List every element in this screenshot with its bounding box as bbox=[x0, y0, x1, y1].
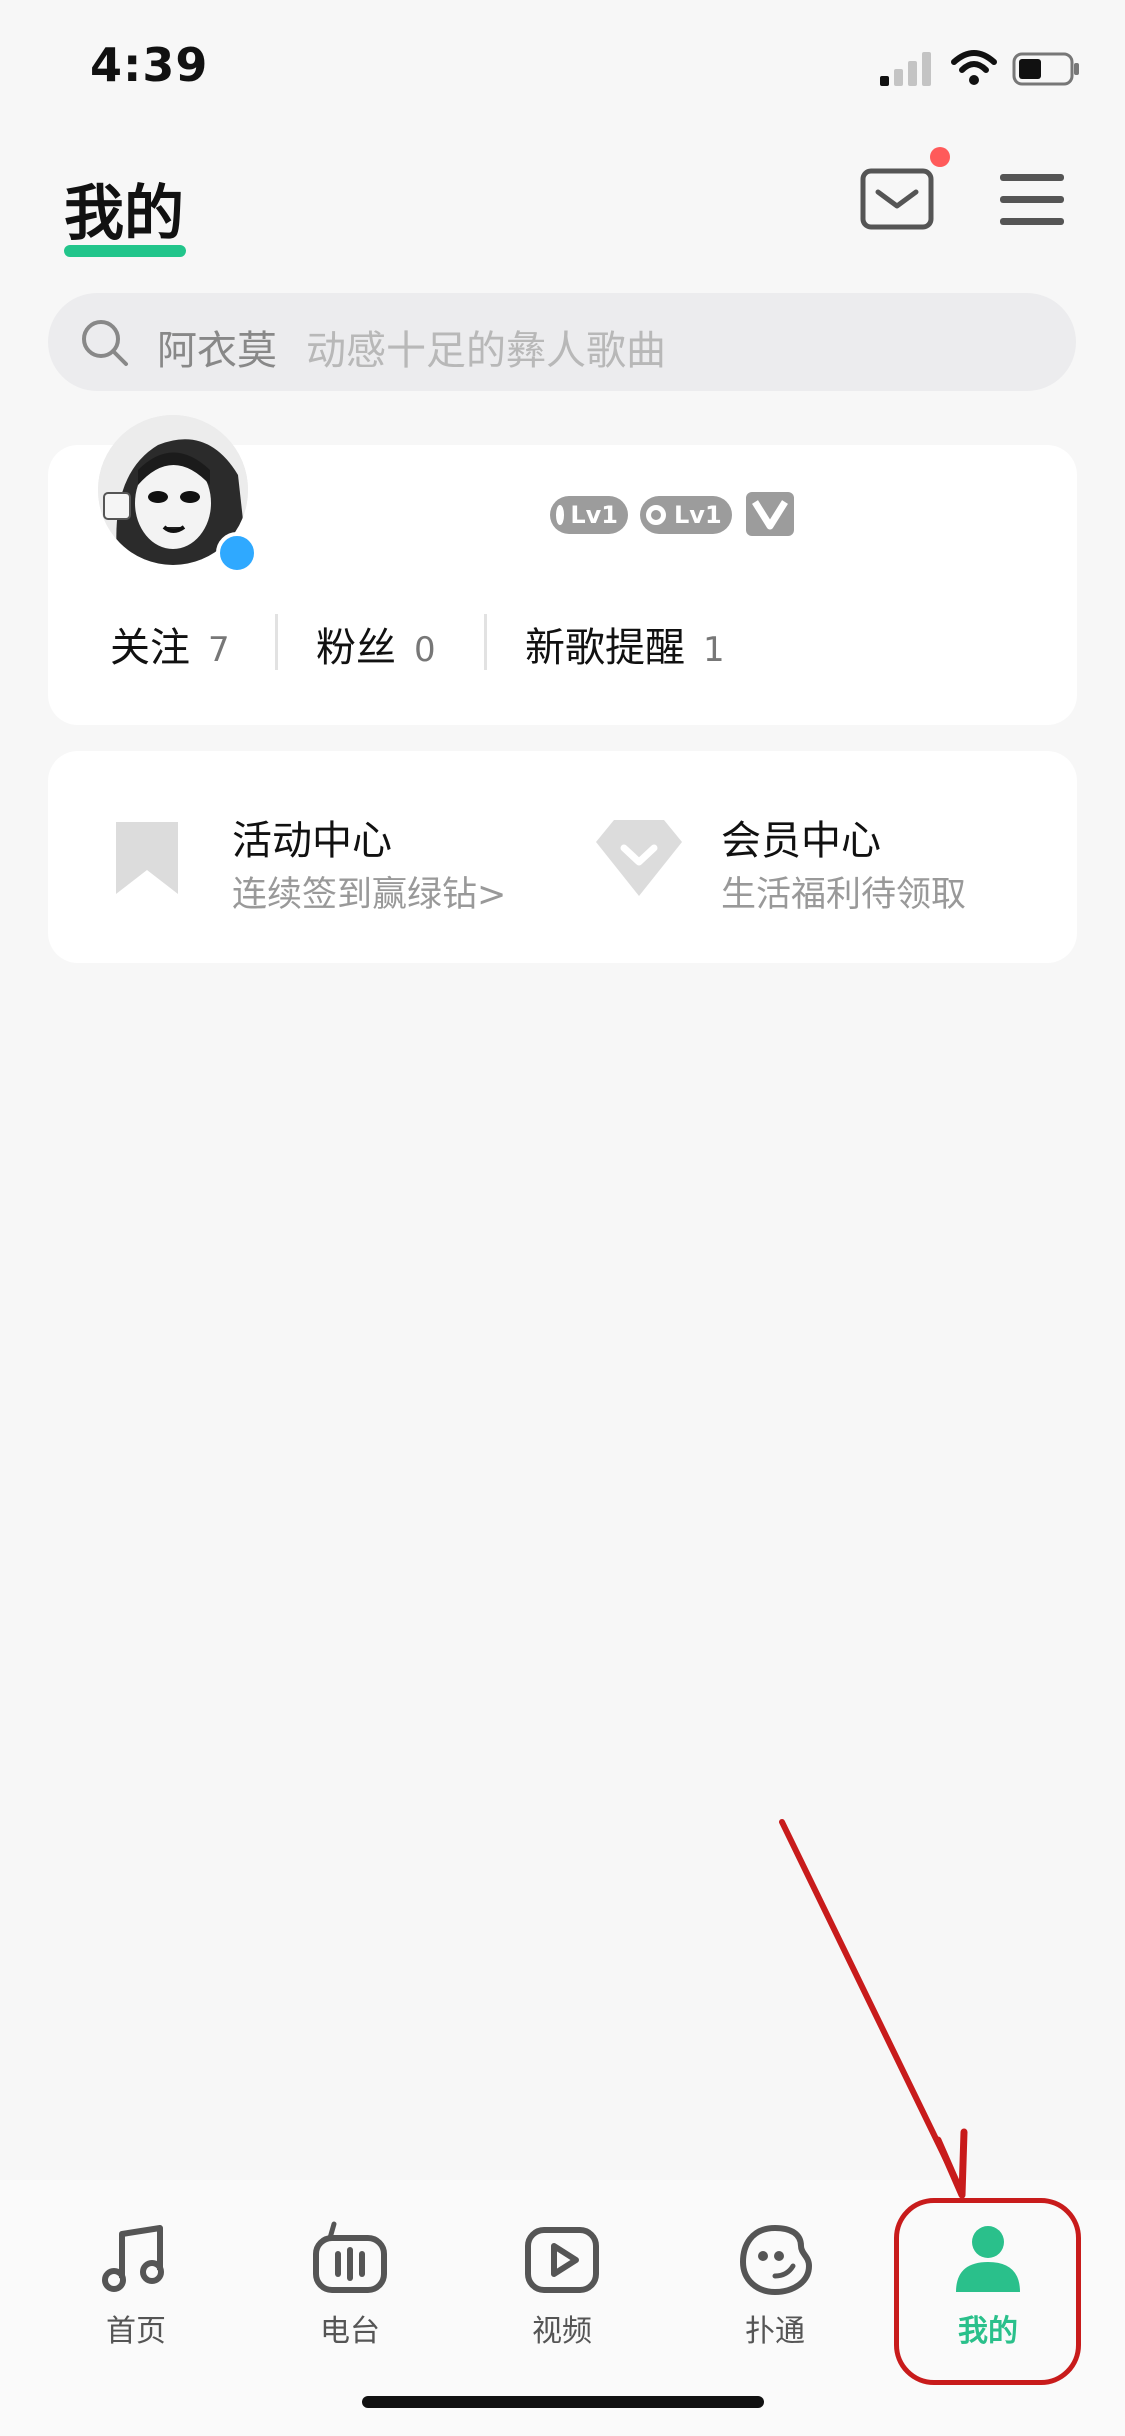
stat-label: 粉丝 bbox=[316, 625, 396, 671]
face-icon bbox=[739, 2224, 813, 2296]
tab-label: 电台 bbox=[320, 2314, 380, 2349]
activity-center-title[interactable]: 活动中心 bbox=[232, 808, 392, 866]
level-badge-listen[interactable]: Lv1 bbox=[640, 496, 732, 534]
vip-badge-icon[interactable] bbox=[746, 492, 794, 536]
search-keyword: 阿衣莫 bbox=[157, 328, 277, 374]
activity-center-subtitle[interactable]: 连续签到赢绿钻> bbox=[232, 866, 506, 917]
radio-icon bbox=[313, 2221, 387, 2293]
divider bbox=[275, 614, 278, 670]
bookmark-icon[interactable] bbox=[116, 822, 178, 894]
play-icon bbox=[525, 2227, 599, 2293]
music-note-icon bbox=[102, 2225, 164, 2292]
level-badge-music[interactable]: Lv1 bbox=[550, 496, 628, 534]
menu-icon[interactable] bbox=[1000, 172, 1064, 228]
vip-center-subtitle[interactable]: 生活福利待领取 bbox=[721, 866, 966, 917]
tab-home[interactable]: 首页 bbox=[66, 2220, 206, 2350]
tab-radio[interactable]: 电台 bbox=[280, 2220, 420, 2350]
diamond-icon[interactable] bbox=[596, 820, 682, 896]
signal-icon bbox=[880, 52, 931, 86]
disc-icon bbox=[646, 505, 666, 525]
stat-label: 关注 bbox=[110, 625, 190, 671]
stat-label: 新歌提醒 bbox=[525, 625, 685, 671]
page-title: 我的 bbox=[64, 179, 184, 249]
divider bbox=[484, 614, 487, 670]
level-badge-text: Lv1 bbox=[570, 501, 618, 529]
level-badge-text: Lv1 bbox=[674, 501, 722, 529]
tab-label: 扑通 bbox=[745, 2314, 805, 2349]
tab-video[interactable]: 视频 bbox=[492, 2220, 632, 2350]
verified-badge-icon bbox=[216, 532, 258, 574]
stat-value: 1 bbox=[703, 630, 725, 670]
home-indicator bbox=[362, 2396, 764, 2408]
wifi-icon bbox=[951, 50, 997, 85]
tab-putong[interactable]: 扑通 bbox=[705, 2220, 845, 2350]
battery-icon bbox=[1012, 52, 1079, 86]
annotation-highlight-box bbox=[894, 2198, 1081, 2385]
stat-value: 0 bbox=[414, 630, 436, 670]
tab-label: 首页 bbox=[106, 2314, 166, 2349]
stat-follow[interactable]: 关注 7 bbox=[110, 615, 230, 673]
annotation-arrow-icon bbox=[779, 1819, 968, 2199]
tab-label: 视频 bbox=[532, 2314, 592, 2349]
mail-icon[interactable] bbox=[860, 168, 934, 230]
status-time: 4:39 bbox=[90, 38, 209, 92]
music-level-icon bbox=[556, 505, 565, 525]
search-icon bbox=[82, 320, 128, 366]
search-placeholder: 动感十足的彝人歌曲 bbox=[306, 328, 666, 374]
stat-new-song-alert[interactable]: 新歌提醒 1 bbox=[525, 615, 725, 673]
title-underline bbox=[64, 245, 186, 257]
notification-dot bbox=[930, 147, 950, 167]
stat-fans[interactable]: 粉丝 0 bbox=[316, 615, 436, 673]
activity-card bbox=[48, 751, 1077, 963]
vip-center-title[interactable]: 会员中心 bbox=[721, 808, 881, 866]
stat-value: 7 bbox=[208, 630, 230, 670]
